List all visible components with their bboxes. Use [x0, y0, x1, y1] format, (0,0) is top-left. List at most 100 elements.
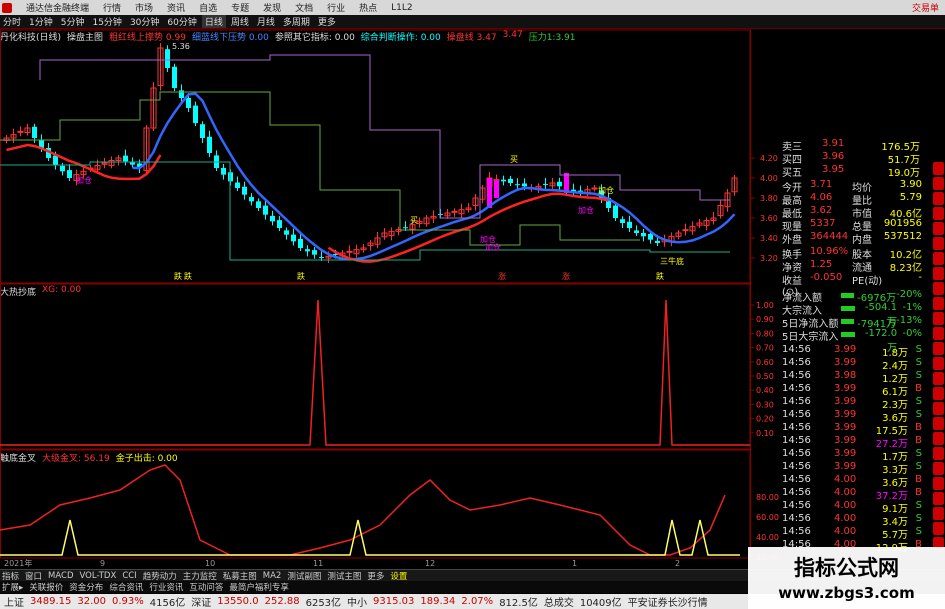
side-tool-icon[interactable] — [933, 177, 944, 190]
fund-flow-row: 5日净流入额 -7941万 -13% — [782, 315, 922, 330]
stat-label: 现量 — [782, 222, 802, 233]
support-line-green — [0, 91, 640, 246]
candle-body — [620, 219, 625, 223]
side-tool-icon[interactable] — [933, 282, 944, 295]
tick-volume: 5.7万 — [882, 530, 908, 541]
watermark: 指标公式网 www.zbgs3.com — [748, 547, 945, 609]
side-tool-icon[interactable] — [933, 327, 944, 340]
info-tab[interactable]: 互动问答 — [189, 581, 223, 593]
stat-value: 10.2亿 — [889, 250, 922, 261]
side-tool-icon[interactable] — [933, 207, 944, 220]
sub1-chart-frame — [0, 283, 751, 450]
watermark-title: 指标公式网 — [794, 556, 899, 580]
price-tick-label: 4.00 — [760, 174, 778, 183]
stat-value: 4.06 — [810, 192, 833, 203]
tick-row: 14:56 3.99 1.7万 S — [782, 448, 922, 463]
info-tab[interactable]: 行业资讯 — [149, 581, 183, 593]
sub1-spike-line — [0, 299, 750, 446]
side-tool-icon[interactable] — [933, 192, 944, 205]
order-level-row: 卖三 3.91 176.5万 — [782, 138, 922, 153]
candle-body — [291, 234, 296, 242]
fund-flow-pct: -20% — [896, 289, 922, 300]
side-tool-icon[interactable] — [933, 297, 944, 310]
tick-price: 3.99 — [834, 435, 857, 446]
kline-chart-area[interactable]: 4.20 4.00 3.80 3.60 3.40 3.20 1.00 0.90 0.80 0.70… — [0, 0, 780, 569]
side-tool-icon[interactable] — [933, 492, 944, 505]
tick-row: 14:56 3.99 2.4万 S — [782, 357, 922, 372]
order-level-label: 买四 — [782, 155, 802, 166]
candle-body — [284, 230, 289, 235]
side-tool-icon[interactable] — [933, 252, 944, 265]
status-item: 812.5亿 — [499, 598, 538, 609]
candle-body — [641, 233, 646, 237]
side-tool-icon[interactable] — [933, 267, 944, 280]
side-tool-icon[interactable] — [933, 507, 944, 520]
tick-side: B — [915, 435, 922, 446]
side-tool-icon[interactable] — [933, 357, 944, 370]
tick-time: 14:56 — [782, 474, 811, 485]
fund-flow-label: 大宗流入 — [782, 306, 822, 317]
side-tool-icon[interactable] — [933, 237, 944, 250]
indicator-tab[interactable]: 指标 — [2, 570, 19, 582]
tick-time: 14:56 — [782, 344, 811, 355]
sub2-signal-line — [0, 519, 740, 556]
side-tool-icon[interactable] — [933, 402, 944, 415]
indicator-tab[interactable]: MACD — [48, 571, 73, 581]
side-tool-icon[interactable] — [933, 462, 944, 475]
indicator-tab[interactable]: 主力监控 — [183, 570, 217, 582]
tick-time: 14:56 — [782, 461, 811, 472]
indicator-tab[interactable]: 测试主图 — [327, 570, 361, 582]
candle-body — [221, 168, 226, 175]
stat-value: 364444 — [810, 231, 849, 242]
tick-time: 14:56 — [782, 409, 811, 420]
tick-time: 14:56 — [782, 370, 811, 381]
tick-price: 3.99 — [834, 422, 857, 433]
info-tab[interactable]: 综合资讯 — [109, 581, 143, 593]
status-item: 平安证券长沙行情 — [627, 598, 708, 609]
tick-price: 3.99 — [834, 409, 857, 420]
indicator-tab[interactable]: 测试副图 — [287, 570, 321, 582]
trade-button[interactable]: 交易单 — [912, 1, 939, 14]
side-tool-icon[interactable] — [933, 387, 944, 400]
info-tab[interactable]: 关联报价 — [29, 581, 63, 593]
stat-value: 3.71 — [810, 179, 833, 190]
tick-side: S — [915, 526, 922, 537]
candle-body — [543, 183, 548, 185]
info-tab[interactable]: 资金分布 — [69, 581, 103, 593]
side-tool-icon[interactable] — [933, 312, 944, 325]
sub1-tick-label: 0.50 — [756, 372, 774, 381]
date-axis-label: 2021年 — [4, 558, 32, 568]
tick-row: 14:56 3.99 17.5万 B — [782, 422, 922, 437]
side-tool-icon[interactable] — [933, 522, 944, 535]
side-tool-icon[interactable] — [933, 417, 944, 430]
side-tool-icon[interactable] — [933, 447, 944, 460]
indicator-tab[interactable]: 窗口 — [25, 570, 42, 582]
indicator-tab[interactable]: 趋势动力 — [143, 570, 177, 582]
price-tick-label: 3.40 — [760, 234, 778, 243]
tick-volume: 1.8万 — [882, 348, 908, 359]
tick-price: 3.99 — [834, 357, 857, 368]
indicator-tab[interactable]: 设置 — [390, 570, 407, 582]
indicator-tab[interactable]: MA2 — [263, 571, 282, 581]
tick-volume: 17.5万 — [875, 426, 908, 437]
side-tool-icon[interactable] — [933, 222, 944, 235]
indicator-tab[interactable]: 更多 — [367, 570, 384, 582]
candle-body — [655, 240, 660, 243]
fund-flow-row: 5日大宗流入 -172.0万 -0% — [782, 328, 922, 354]
stat-value: 901956 — [883, 218, 922, 229]
info-tab[interactable]: 最简户福利专享 — [229, 581, 289, 593]
trend-signal-label: 跌 — [174, 271, 182, 281]
side-tool-icon[interactable] — [933, 342, 944, 355]
side-tool-icon[interactable] — [933, 162, 944, 175]
candle-body — [186, 98, 191, 108]
side-tool-icon[interactable] — [933, 477, 944, 490]
trend-signal-label: 涨 — [498, 271, 506, 281]
indicator-tab[interactable]: VOL-TDX — [80, 571, 117, 581]
side-tool-icon[interactable] — [933, 372, 944, 385]
indicator-tab[interactable]: CCI — [122, 571, 136, 581]
stat-label: 净资 — [782, 263, 802, 274]
info-tab[interactable]: 扩展▸ — [2, 581, 23, 593]
side-tool-icon[interactable] — [933, 432, 944, 445]
tick-time: 14:56 — [782, 513, 811, 524]
indicator-tab[interactable]: 私募主图 — [223, 570, 257, 582]
